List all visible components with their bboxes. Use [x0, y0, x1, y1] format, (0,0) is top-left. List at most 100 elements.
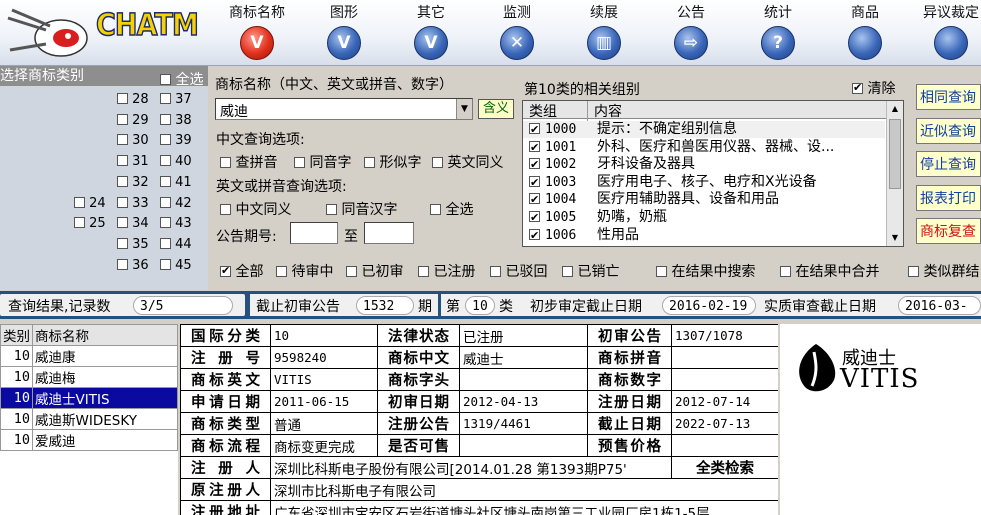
scroll-up-icon[interactable]: ▲ — [887, 101, 903, 117]
class-checkbox[interactable]: 34 — [117, 216, 149, 231]
class-checkbox[interactable]: 40 — [160, 154, 192, 169]
group-row[interactable]: 1005 奶嘴，奶瓶 — [523, 209, 885, 226]
nav-tab-0[interactable]: 商标名称 V — [214, 2, 300, 66]
cn-option-2[interactable]: 形似字 — [364, 152, 421, 172]
class-checkbox[interactable]: 45 — [160, 258, 192, 273]
action-button-4[interactable]: 商标复查 — [916, 218, 981, 244]
label-reg-no: 注 册 号 — [180, 346, 271, 369]
class-checkbox[interactable]: 33 — [117, 196, 149, 211]
trademark-name-input[interactable]: 威迪 ▼ — [215, 98, 473, 120]
clear-checkbox[interactable]: 清除 — [852, 78, 895, 98]
en-options-label: 英文或拼音查询选项: — [216, 179, 347, 195]
result-count-label: 查询结果,记录数 — [8, 299, 111, 315]
pen-icon: V — [327, 26, 361, 60]
scroll-thumb[interactable] — [889, 119, 901, 189]
registrant: 深圳比科斯电子股份有限公司[2014.01.28 第1393期P75' — [270, 456, 672, 479]
groups-title: 第10类的相关组别 — [524, 82, 640, 98]
en-option-2[interactable]: 全选 — [430, 199, 473, 219]
groups-scrollbar[interactable]: ▲ ▼ — [886, 101, 903, 246]
result-filter-0[interactable]: 在结果中搜索 — [656, 261, 755, 281]
scroll-down-icon[interactable]: ▼ — [887, 230, 903, 246]
label-registrant: 注 册 人 — [180, 456, 271, 479]
nav-tab-1[interactable]: 图形 V — [301, 2, 387, 66]
cn-option-0[interactable]: 查拼音 — [220, 152, 277, 172]
label-type: 商标类型 — [180, 412, 271, 435]
result-row[interactable]: 10 威迪梅 — [0, 366, 178, 388]
class-checkbox[interactable]: 44 — [160, 237, 192, 252]
group-row[interactable]: 1004 医疗用辅助器具、设备和用品 — [523, 191, 885, 208]
prelim-deadline: 2016-02-19 — [662, 296, 756, 315]
reg-pub: 1319/4461 — [459, 412, 588, 435]
all-class-search-button[interactable]: 全类检索 — [671, 456, 778, 479]
result-row[interactable]: 10 威迪康 — [0, 345, 178, 367]
label-shared: 是否可售 — [377, 434, 460, 457]
pen-icon: V — [240, 26, 274, 60]
nav-tab-8[interactable]: 异议裁定 — [908, 2, 981, 66]
cn-option-3[interactable]: 英文同义 — [432, 152, 503, 172]
class-checkbox[interactable]: 35 — [117, 237, 149, 252]
class-checkbox[interactable]: 41 — [160, 175, 192, 190]
action-button-0[interactable]: 相同查询 — [916, 84, 981, 110]
issue-from-input[interactable] — [290, 222, 338, 244]
results-col-name: 商标名称 — [32, 324, 178, 346]
group-row[interactable]: 1003 医疗用电子、核子、电疗和X光设备 — [523, 174, 885, 191]
group-row[interactable]: 1006 性用品 — [523, 227, 885, 244]
nav-tab-6[interactable]: 统计 ? — [735, 2, 821, 66]
result-filter-2[interactable]: 类似群结 — [908, 261, 979, 281]
class-checkbox[interactable]: 42 — [160, 196, 192, 211]
en-option-1[interactable]: 同音汉字 — [326, 199, 397, 219]
class-checkbox[interactable]: 29 — [117, 113, 149, 128]
class-checkbox[interactable]: 32 — [117, 175, 149, 190]
orig-registrant: 深圳市比科斯电子有限公司 — [270, 478, 778, 501]
class-select-all[interactable]: 全选 — [160, 69, 203, 89]
action-button-2[interactable]: 停止查询 — [916, 151, 981, 177]
status-filter-4[interactable]: 已驳回 — [490, 261, 547, 281]
group-row[interactable]: 1002 牙科设备及器具 — [523, 156, 885, 173]
label-pub: 初审公告 — [587, 324, 672, 347]
class-checkbox[interactable]: 37 — [160, 92, 192, 107]
nav-tab-4[interactable]: 续展 ▥ — [561, 2, 647, 66]
status-filter-3[interactable]: 已注册 — [418, 261, 475, 281]
status-filter-5[interactable]: 已销亡 — [562, 261, 619, 281]
class-checkbox[interactable]: 39 — [160, 133, 192, 148]
class-checkbox[interactable]: 38 — [160, 113, 192, 128]
label-addr: 注册地址 — [180, 500, 271, 515]
status-filter-1[interactable]: 待审中 — [276, 261, 333, 281]
legal-status: 已注册 — [459, 324, 588, 347]
nav-tab-2[interactable]: 其它 V — [388, 2, 474, 66]
class-checkbox[interactable]: 24 — [74, 196, 106, 211]
group-row[interactable]: 1001 外科、医疗和兽医用仪器、器械、设... — [523, 139, 885, 156]
result-row[interactable]: 10 威迪斯WIDESKY — [0, 408, 178, 430]
class-checkbox[interactable]: 25 — [74, 216, 106, 231]
nav-tab-label: 监测 — [503, 5, 531, 21]
class-checkbox[interactable]: 43 — [160, 216, 192, 231]
question-icon: ? — [761, 26, 795, 60]
group-row[interactable]: 1000 提示：不确定组别信息 — [523, 121, 885, 138]
dropdown-arrow-icon[interactable]: ▼ — [456, 99, 472, 119]
action-button-3[interactable]: 报表打印 — [916, 184, 981, 211]
label-cn-name: 商标中文 — [377, 346, 460, 369]
status-filter-2[interactable]: 已初审 — [346, 261, 403, 281]
class-checkbox[interactable]: 28 — [117, 92, 149, 107]
result-row[interactable]: 10 爱威迪 — [0, 429, 178, 451]
label-reg-pub: 注册公告 — [377, 412, 460, 435]
meaning-button[interactable]: 含义 — [478, 99, 514, 119]
action-button-1[interactable]: 近似查询 — [916, 117, 981, 144]
issue-to-input[interactable] — [364, 222, 414, 244]
result-row[interactable]: 10 威迪士VITIS — [0, 387, 178, 409]
cn-option-1[interactable]: 同音字 — [294, 152, 351, 172]
reg-no: 9598240 — [270, 346, 378, 369]
en-option-0[interactable]: 中文同义 — [220, 199, 291, 219]
nav-tab-5[interactable]: 公告 ⇨ — [648, 2, 734, 66]
nav-tab-7[interactable]: 商品 — [822, 2, 908, 66]
class-checkbox[interactable]: 30 — [117, 133, 149, 148]
result-filter-1[interactable]: 在结果中合并 — [780, 261, 879, 281]
class-number: 10 — [465, 296, 495, 315]
prelim-date: 2012-04-13 — [459, 390, 588, 413]
nav-tab-3[interactable]: 监测 ✕ — [474, 2, 560, 66]
label-flow: 商标流程 — [180, 434, 271, 457]
label-orig: 原注册人 — [180, 478, 271, 501]
status-filter-0[interactable]: 全部 — [220, 261, 263, 281]
class-checkbox[interactable]: 36 — [117, 258, 149, 273]
class-checkbox[interactable]: 31 — [117, 154, 149, 169]
